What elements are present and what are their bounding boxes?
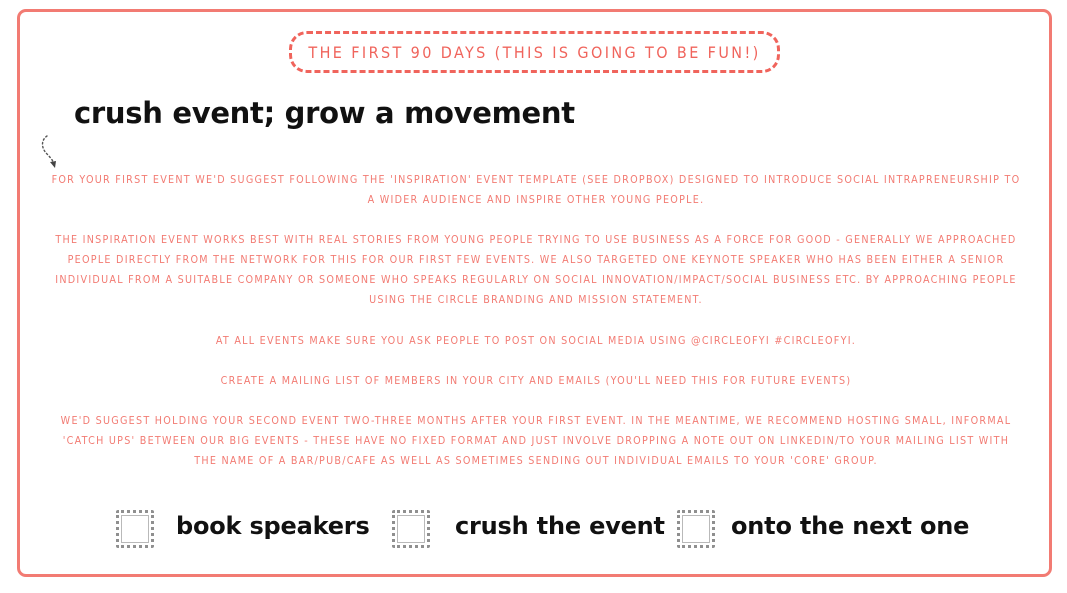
title-pill: THE FIRST 90 DAYS (THIS IS GOING TO BE F… <box>289 31 780 73</box>
checklist-label-crush-the-event: crush the event <box>455 512 665 540</box>
checklist-label-onto-the-next-one: onto the next one <box>731 512 970 540</box>
dotted-curved-arrow-icon <box>41 135 56 168</box>
checklist-label-book-speakers: book speakers <box>176 512 370 540</box>
checkbox-onto-the-next-one[interactable] <box>677 510 715 548</box>
paragraph-second-event: WE'D SUGGEST HOLDING YOUR SECOND EVENT T… <box>60 414 1012 467</box>
paragraph-first-event: FOR YOUR FIRST EVENT WE'D SUGGEST FOLLOW… <box>51 173 1021 206</box>
pill-title: THE FIRST 90 DAYS (THIS IS GOING TO BE F… <box>308 42 761 62</box>
paragraph-social-media: AT ALL EVENTS MAKE SURE YOU ASK PEOPLE T… <box>215 334 857 347</box>
checkbox-book-speakers[interactable] <box>116 510 154 548</box>
section-heading: crush event; grow a movement <box>74 96 575 130</box>
paragraph-inspiration-event: THE INSPIRATION EVENT WORKS BEST WITH RE… <box>55 233 1017 306</box>
checklist: book speakers crush the event onto the n… <box>0 505 1067 555</box>
checkbox-crush-the-event[interactable] <box>392 510 430 548</box>
paragraph-mailing-list: CREATE A MAILING LIST OF MEMBERS IN YOUR… <box>220 374 852 387</box>
